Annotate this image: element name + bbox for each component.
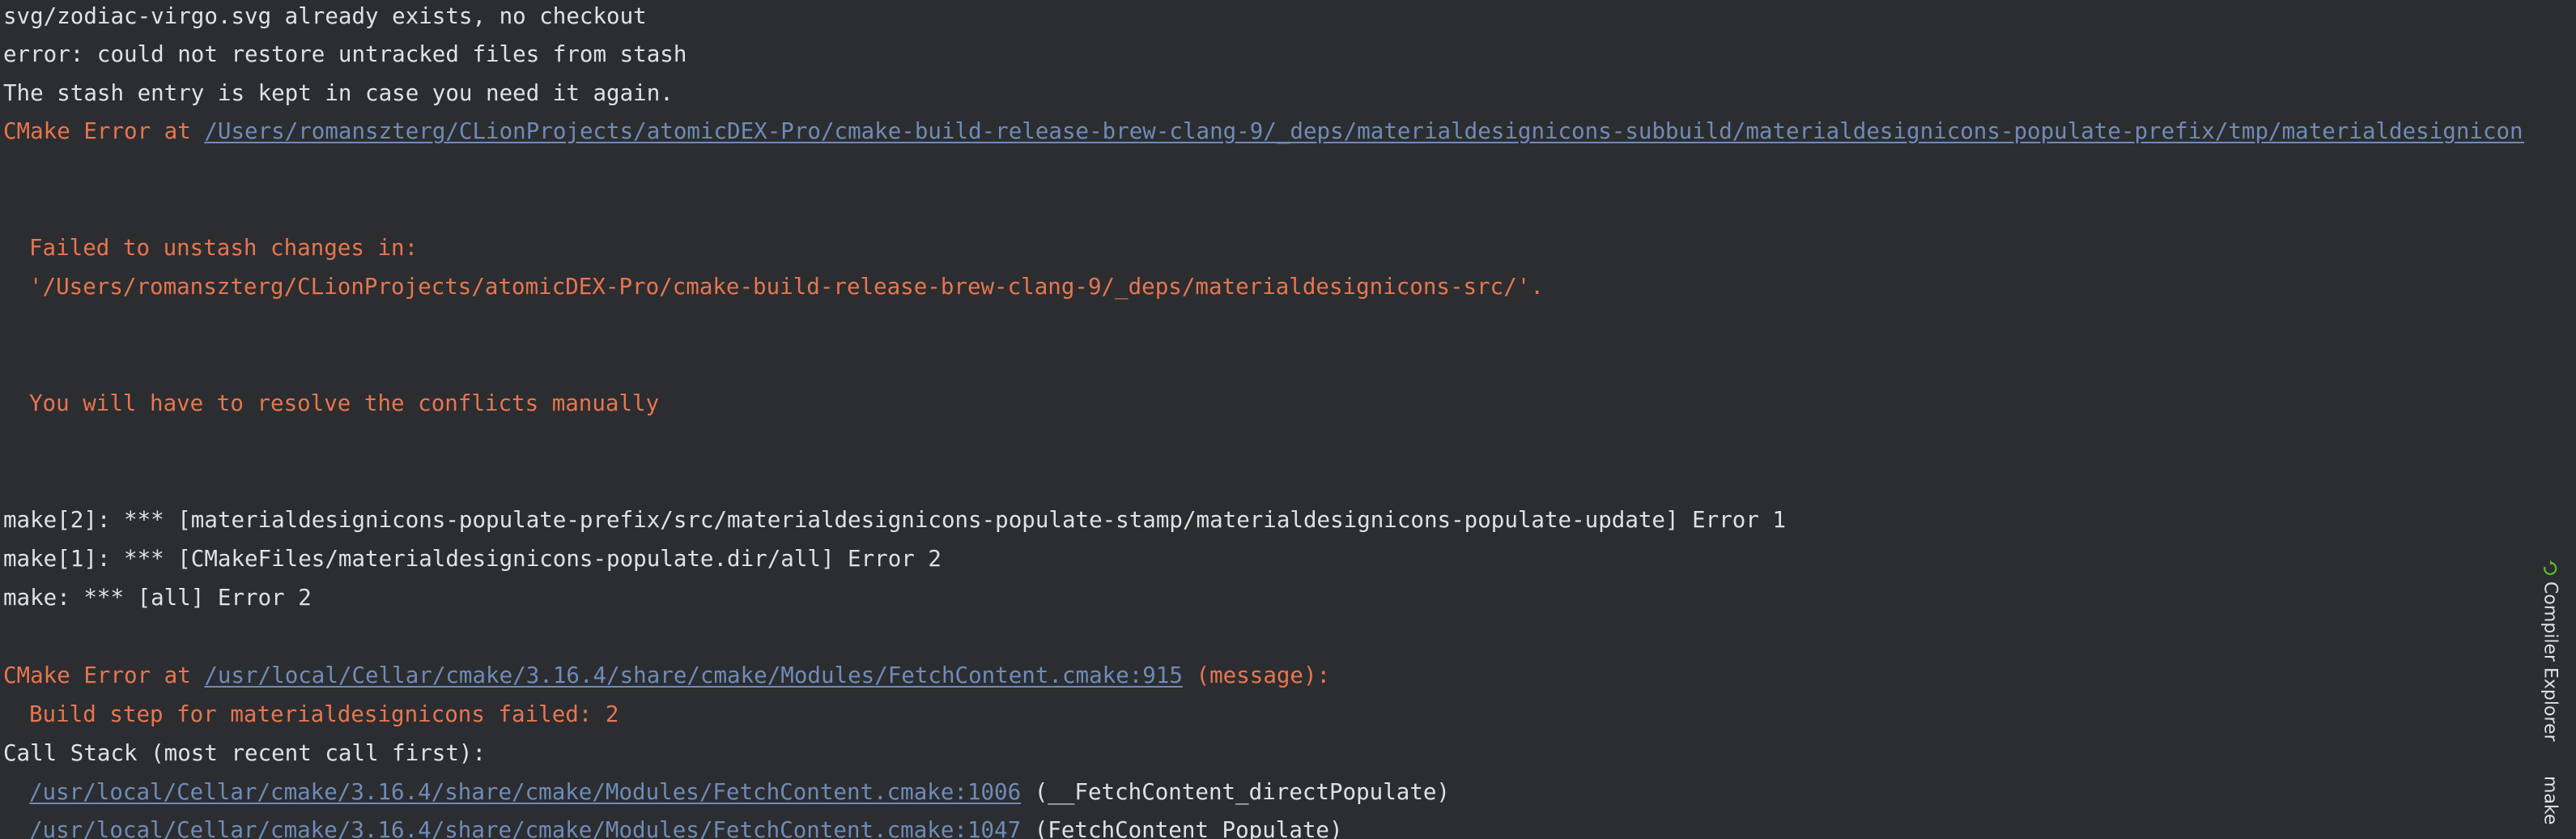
call-stack-entry: /usr/local/Cellar/cmake/3.16.4/share/cma… [29,779,1450,805]
make-label: make [2540,776,2561,825]
file-path-link[interactable]: /usr/local/Cellar/cmake/3.16.4/share/cma… [204,662,1183,688]
file-path-link[interactable]: /usr/local/Cellar/cmake/3.16.4/share/cma… [29,817,1021,839]
make-tab[interactable]: make [2536,776,2565,824]
console-line: The stash entry is kept in case you need… [3,80,674,106]
console-error-line: You will have to resolve the conflicts m… [29,390,660,416]
refresh-icon [2544,560,2557,576]
console-line: make: *** [all] Error 2 [3,585,312,611]
console-error-line: Failed to unstash changes in: [29,235,419,261]
console-line: Call Stack (most recent call first): [3,740,487,766]
right-tool-window-strip: Compiler Explorer make [2524,0,2576,839]
console-line: make[1]: *** [CMakeFiles/materialdesigni… [3,546,942,572]
console-line: make[2]: *** [materialdesignicons-popula… [3,507,1787,533]
console-line: svg/zodiac-virgo.svg already exists, no … [3,3,647,29]
compiler-explorer-tab[interactable]: Compiler Explorer [2536,560,2565,742]
console-error-line: Build step for materialdesignicons faile… [29,701,619,727]
console-line: error: could not restore untracked files… [3,41,687,67]
call-stack-entry: /usr/local/Cellar/cmake/3.16.4/share/cma… [3,811,1343,839]
console-output[interactable]: svg/zodiac-virgo.svg already exists, no … [0,0,2524,839]
file-path-link[interactable]: /Users/romanszterg/CLionProjects/atomicD… [204,118,2524,144]
console-error-line: CMake Error at /usr/local/Cellar/cmake/3… [3,662,1331,688]
console-error-line: '/Users/romanszterg/CLionProjects/atomic… [29,274,1544,300]
compiler-explorer-label: Compiler Explorer [2540,581,2561,742]
console-error-line: CMake Error at /Users/romanszterg/CLionP… [3,112,2524,151]
file-path-link[interactable]: /usr/local/Cellar/cmake/3.16.4/share/cma… [29,779,1021,805]
